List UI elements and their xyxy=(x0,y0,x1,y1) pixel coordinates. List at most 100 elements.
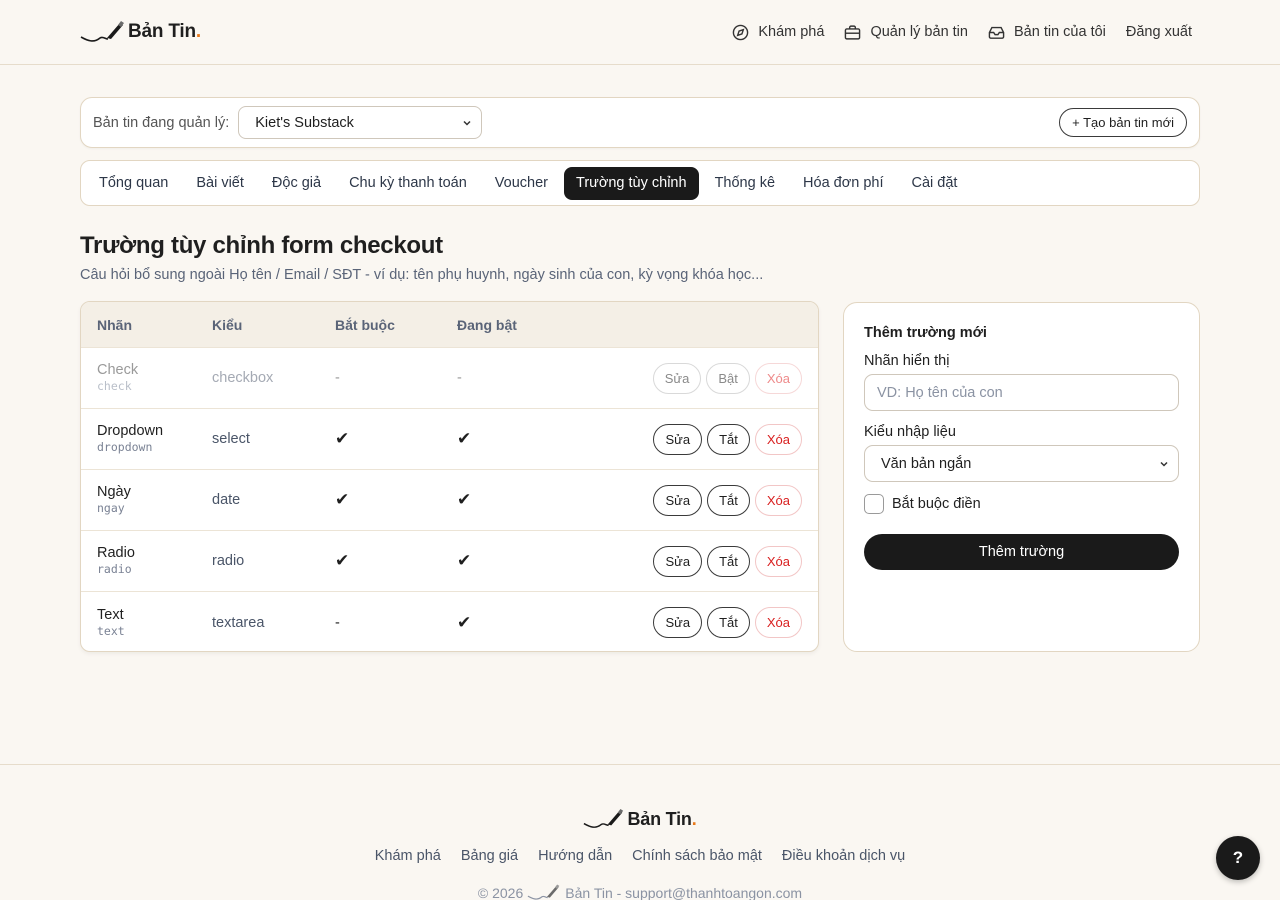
input-type-label: Kiểu nhập liệu xyxy=(864,424,956,440)
edit-button[interactable]: Sửa xyxy=(653,423,703,455)
tab-posts[interactable]: Bài viết xyxy=(184,167,256,200)
edit-button[interactable]: Sửa xyxy=(653,484,703,516)
required-checkbox-row[interactable]: Bắt buộc điền xyxy=(864,494,1179,514)
edit-button[interactable]: Sửa xyxy=(652,362,702,394)
footer-link-guide[interactable]: Hướng dẫn xyxy=(538,848,612,864)
copyright-text: Bản Tin - support@thanhtoangon.com xyxy=(565,884,803,900)
chevron-down-icon xyxy=(1160,461,1168,467)
footer-link-pricing[interactable]: Bảng giá xyxy=(461,848,518,864)
nav-logout[interactable]: Đăng xuất xyxy=(1126,24,1192,40)
delete-button[interactable]: Xóa xyxy=(754,545,802,577)
field-required: - xyxy=(335,370,340,386)
main-nav: Khám phá Quản lý bản tin Bản tin của tôi… xyxy=(732,24,1192,41)
inbox-icon xyxy=(988,26,1005,39)
footer-brand-name: Bản Tin xyxy=(627,808,692,829)
tab-readers[interactable]: Độc giả xyxy=(260,167,333,200)
field-enabled: - xyxy=(457,370,462,386)
footer-links: Khám phá Bảng giá Hướng dẫn Chính sách b… xyxy=(0,848,1280,864)
tab-billing-cycles[interactable]: Chu kỳ thanh toán xyxy=(337,167,479,200)
edit-button[interactable]: Sửa xyxy=(653,607,703,638)
toggle-button[interactable]: Tắt xyxy=(707,607,750,638)
custom-fields-table: Nhãn Kiểu Bắt buộc Đang bật Check check … xyxy=(80,301,819,652)
field-type: checkbox xyxy=(212,370,274,386)
table-row: Radio radio radio ✔ ✔ Sửa Tắt Xóa xyxy=(81,531,818,592)
required-checkbox[interactable] xyxy=(864,494,884,514)
tab-overview[interactable]: Tổng quan xyxy=(87,167,180,200)
footer-link-terms[interactable]: Điều khoản dịch vụ xyxy=(782,848,905,864)
quill-logo-icon xyxy=(584,808,624,828)
display-label-label: Nhãn hiển thị xyxy=(864,353,950,369)
field-type: textarea xyxy=(212,614,265,631)
tab-custom-fields[interactable]: Trường tùy chỉnh xyxy=(564,166,699,200)
quill-logo-icon xyxy=(80,21,124,42)
table-header: Nhãn Kiểu Bắt buộc Đang bật xyxy=(81,302,818,348)
toggle-button[interactable]: Tắt xyxy=(707,484,750,516)
nav-explore[interactable]: Khám phá xyxy=(732,24,824,41)
field-enabled: ✔ xyxy=(457,429,472,448)
briefcase-icon xyxy=(845,24,861,40)
manage-label: Bản tin đang quản lý: xyxy=(93,114,230,131)
header-type: Kiểu xyxy=(212,316,243,333)
brand-logo[interactable]: Bản Tin. xyxy=(80,19,201,45)
newsletter-select[interactable]: Kiet's Substack xyxy=(238,106,483,139)
input-type-select[interactable]: Văn bản ngắn xyxy=(864,445,1179,482)
field-key: text xyxy=(97,623,125,638)
nav-logout-label: Đăng xuất xyxy=(1125,24,1192,40)
field-enabled: ✔ xyxy=(457,490,472,509)
top-header: Bản Tin. Khám phá Quản lý bản tin Bản ti… xyxy=(0,0,1280,65)
footer-link-explore[interactable]: Khám phá xyxy=(375,848,441,864)
header-enabled: Đang bật xyxy=(457,316,517,333)
delete-button[interactable]: Xóa xyxy=(754,423,802,455)
add-field-button[interactable]: Thêm trường xyxy=(864,534,1179,570)
compass-icon xyxy=(733,24,749,40)
field-name: Check xyxy=(97,362,139,378)
toggle-button[interactable]: Tắt xyxy=(707,545,750,577)
help-button[interactable]: ? xyxy=(1216,836,1260,880)
field-key: ngay xyxy=(97,501,125,515)
delete-button[interactable]: Xóa xyxy=(754,484,802,516)
delete-button[interactable]: Xóa xyxy=(754,362,802,394)
footer-brand-dot: . xyxy=(691,808,697,829)
footer-copyright: © 2026 Bản Tin - support@thanhtoangon.co… xyxy=(0,883,1280,900)
newsletter-select-value: Kiet's Substack xyxy=(255,114,354,131)
field-name: Ngày xyxy=(97,484,131,500)
tab-statistics[interactable]: Thống kê xyxy=(703,167,787,200)
nav-manage[interactable]: Quản lý bản tin xyxy=(844,24,968,41)
brand-dot: . xyxy=(195,21,202,42)
field-required: ✔ xyxy=(335,490,350,509)
field-required: ✔ xyxy=(335,429,350,448)
nav-my-newsletters[interactable]: Bản tin của tôi xyxy=(988,24,1106,41)
display-label-input[interactable]: VD: Họ tên của con xyxy=(864,374,1179,411)
table-row: Check check checkbox - - Sửa Bật Xóa xyxy=(81,348,818,409)
field-key: dropdown xyxy=(97,440,153,454)
create-newsletter-button[interactable]: + Tạo bản tin mới xyxy=(1059,108,1187,137)
field-required: - xyxy=(335,614,340,631)
brand-name: Bản Tin xyxy=(128,21,196,42)
nav-explore-label: Khám phá xyxy=(758,24,825,40)
header-required: Bắt buộc xyxy=(335,316,395,333)
footer-link-privacy[interactable]: Chính sách bảo mật xyxy=(632,848,762,864)
copyright-year: © 2026 xyxy=(477,884,524,900)
toggle-button[interactable]: Bật xyxy=(706,362,750,394)
table-row: Dropdown dropdown select ✔ ✔ Sửa Tắt Xóa xyxy=(81,409,818,470)
chevron-down-icon xyxy=(463,120,471,126)
toggle-button[interactable]: Tắt xyxy=(707,423,750,455)
tab-voucher[interactable]: Voucher xyxy=(483,167,560,200)
add-field-title: Thêm trường mới xyxy=(864,325,987,341)
footer-brand[interactable]: Bản Tin. xyxy=(0,807,1280,831)
delete-button[interactable]: Xóa xyxy=(754,607,802,638)
tab-settings[interactable]: Cài đặt xyxy=(899,167,969,200)
footer: Bản Tin. Khám phá Bảng giá Hướng dẫn Chí… xyxy=(0,764,1280,900)
manage-bar: Bản tin đang quản lý: Kiet's Substack + … xyxy=(80,97,1200,148)
nav-my-newsletters-label: Bản tin của tôi xyxy=(1013,24,1106,40)
edit-button[interactable]: Sửa xyxy=(653,545,703,577)
field-type: date xyxy=(212,492,241,508)
field-key: check xyxy=(97,379,132,393)
tab-invoices[interactable]: Hóa đơn phí xyxy=(791,167,895,200)
field-name: Text xyxy=(97,606,124,623)
table-row: Ngày ngay date ✔ ✔ Sửa Tắt Xóa xyxy=(81,470,818,531)
header-name: Nhãn xyxy=(97,316,132,333)
quill-logo-icon xyxy=(527,884,560,900)
field-required: ✔ xyxy=(335,551,350,570)
field-name: Dropdown xyxy=(97,423,164,439)
